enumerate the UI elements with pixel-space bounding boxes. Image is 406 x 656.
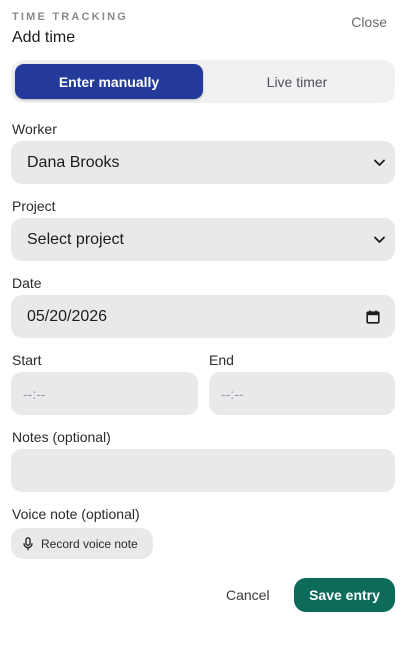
project-label: Project (12, 198, 56, 214)
worker-select[interactable]: Dana Brooks (11, 141, 395, 184)
voice-note-label: Voice note (optional) (12, 506, 140, 522)
chevron-down-icon (373, 157, 385, 169)
save-entry-button[interactable]: Save entry (294, 578, 395, 612)
tab-live-timer[interactable]: Live timer (203, 64, 391, 99)
date-input-value: 05/20/2026 (27, 307, 108, 325)
notes-label: Notes (optional) (12, 429, 111, 445)
end-time-value: --:-- (221, 385, 244, 402)
worker-select-value: Dana Brooks (27, 153, 120, 171)
eyebrow-label: TIME TRACKING (12, 11, 128, 23)
date-label: Date (12, 275, 42, 291)
microphone-icon (23, 536, 33, 551)
start-time-input[interactable]: --:-- (11, 372, 198, 415)
project-select[interactable]: Select project (11, 218, 395, 261)
project-select-value: Select project (27, 230, 124, 248)
cancel-button[interactable]: Cancel (226, 587, 270, 603)
record-voice-note-button[interactable]: Record voice note (11, 528, 153, 559)
start-time-value: --:-- (23, 385, 46, 402)
notes-input[interactable] (11, 449, 395, 492)
calendar-icon[interactable] (365, 309, 381, 325)
date-input[interactable]: 05/20/2026 (11, 295, 395, 338)
end-time-input[interactable]: --:-- (209, 372, 395, 415)
chevron-down-icon (373, 234, 385, 246)
tab-enter-manually[interactable]: Enter manually (15, 64, 203, 99)
close-button[interactable]: Close (351, 14, 387, 30)
start-label: Start (12, 352, 42, 368)
worker-label: Worker (12, 121, 57, 137)
end-label: End (209, 352, 234, 368)
mode-segmented-control: Enter manually Live timer (11, 60, 395, 103)
page-title: Add time (12, 29, 76, 46)
record-voice-note-label: Record voice note (41, 536, 138, 551)
